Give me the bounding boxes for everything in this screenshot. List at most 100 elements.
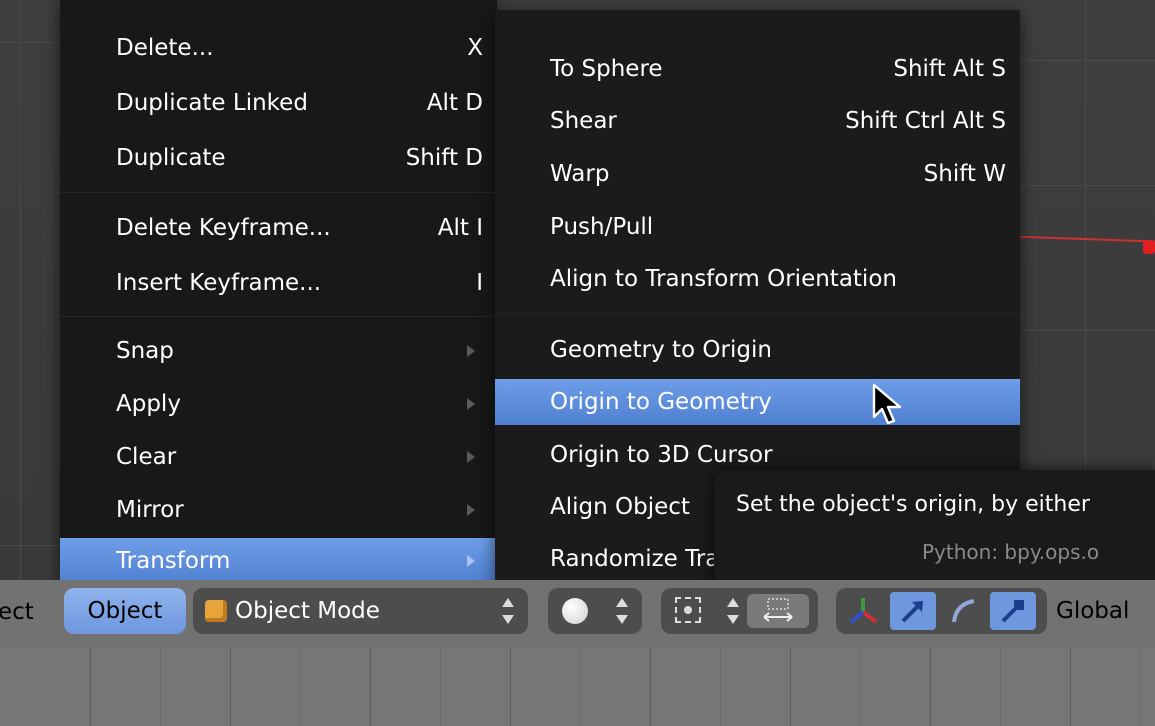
menu-item-label: Mirror xyxy=(116,497,184,523)
menu-item-shortcut: Shift D xyxy=(405,145,483,171)
timeline-grid-line xyxy=(650,648,651,726)
menu-item-snap[interactable]: Snap xyxy=(60,328,497,374)
updown-arrows-icon xyxy=(502,598,514,624)
menu-item-label: Transform xyxy=(116,548,231,574)
viewport-header: ect Object Object Mode Global xyxy=(0,580,1155,648)
timeline-grid-line xyxy=(930,648,931,726)
transform-manipulators xyxy=(836,588,1047,634)
menu-item-clear[interactable]: Clear xyxy=(60,434,497,480)
timeline-grid-line xyxy=(860,648,861,726)
updown-arrows-icon xyxy=(616,598,628,624)
menu-item-label: Warp xyxy=(550,161,610,187)
menu-item-delete[interactable]: Delete... X xyxy=(60,25,497,71)
scale-handle-icon xyxy=(1001,600,1024,623)
axis-gizmo-icon xyxy=(849,598,878,624)
menu-item-transform[interactable]: Transform xyxy=(60,538,497,584)
mouse-cursor-icon xyxy=(872,383,902,425)
grid-line xyxy=(1020,330,1155,331)
menu-item-label: Duplicate Linked xyxy=(116,90,308,116)
menu-separator xyxy=(60,316,497,317)
timeline-grid-line xyxy=(370,648,371,726)
menu-item-shortcut: Shift Alt S xyxy=(893,56,1006,82)
menu-item-label: Insert Keyframe... xyxy=(116,270,322,296)
grid-line xyxy=(1020,60,1155,61)
tooltip-description: Set the object's origin, by either xyxy=(736,492,1090,517)
timeline-grid-line xyxy=(440,648,441,726)
pivot-point-selector[interactable] xyxy=(661,588,818,634)
scale-manipulator-button[interactable] xyxy=(990,592,1036,630)
menu-item-to-sphere[interactable]: To Sphere Shift Alt S xyxy=(495,46,1020,92)
updown-arrows-icon xyxy=(727,598,739,624)
menu-item-shortcut: I xyxy=(476,270,483,296)
menu-item-shortcut: Alt D xyxy=(426,90,483,116)
menu-item-warp[interactable]: Warp Shift W xyxy=(495,151,1020,197)
timeline-grid-line xyxy=(510,648,511,726)
timeline-grid-line xyxy=(1000,648,1001,726)
menu-item-label: Align to Transform Orientation xyxy=(550,266,897,292)
menu-item-label: Duplicate xyxy=(116,145,226,171)
menu-item-apply[interactable]: Apply xyxy=(60,381,497,427)
manipulator-widget-toggle[interactable] xyxy=(840,592,886,630)
menu-item-label: Origin to 3D Cursor xyxy=(550,442,773,468)
tooltip-python: Python: bpy.ops.o xyxy=(922,540,1100,564)
menu-item-mirror[interactable]: Mirror xyxy=(60,487,497,533)
manipulator-toggle[interactable] xyxy=(747,594,809,628)
mode-selector[interactable]: Object Mode xyxy=(193,588,528,634)
menu-item-duplicate[interactable]: Duplicate Shift D xyxy=(60,135,497,181)
menu-item-label: Origin to Geometry xyxy=(550,389,772,415)
grid-line xyxy=(0,545,60,546)
grid-line xyxy=(1085,0,1086,470)
menu-item-label: Shear xyxy=(550,108,617,134)
menu-item-shear[interactable]: Shear Shift Ctrl Alt S xyxy=(495,98,1020,144)
cube-icon xyxy=(205,600,227,622)
timeline-grid-line xyxy=(1140,648,1141,726)
viewport-shading-selector[interactable] xyxy=(548,588,642,634)
menu-item-label: Delete Keyframe... xyxy=(116,215,331,241)
header-partial-menu[interactable]: ect xyxy=(0,599,34,625)
menu-item-label: Delete... xyxy=(116,35,214,61)
menu-separator xyxy=(495,313,1020,314)
translate-manipulator-button[interactable] xyxy=(890,592,936,630)
submenu-arrow-icon xyxy=(467,398,475,410)
submenu-arrow-icon xyxy=(467,555,475,567)
manipulate-center-icon xyxy=(763,598,793,622)
menu-item-shortcut: Alt I xyxy=(437,215,483,241)
timeline-grid-line xyxy=(230,648,231,726)
timeline-area[interactable] xyxy=(0,648,1155,726)
timeline-grid-line xyxy=(790,648,791,726)
pivot-point-icon xyxy=(675,597,701,623)
object-menu-button[interactable]: Object xyxy=(64,588,186,634)
timeline-grid-line xyxy=(720,648,721,726)
arc-icon xyxy=(952,599,975,623)
rotate-manipulator-button[interactable] xyxy=(940,592,986,630)
menu-item-geometry-to-origin[interactable]: Geometry to Origin xyxy=(495,327,1020,373)
menu-item-shortcut: Shift Ctrl Alt S xyxy=(845,108,1006,134)
menu-item-label: Push/Pull xyxy=(550,214,654,240)
object-menu-label: Object xyxy=(87,598,163,624)
orientation-label: Global xyxy=(1056,598,1130,624)
arrow-icon xyxy=(901,601,923,623)
menu-item-label: To Sphere xyxy=(550,56,663,82)
x-axis-line xyxy=(1010,235,1155,243)
menu-separator xyxy=(60,192,497,193)
menu-item-insert-keyframe[interactable]: Insert Keyframe... I xyxy=(60,260,497,306)
grid-line xyxy=(0,42,60,43)
menu-item-delete-keyframe[interactable]: Delete Keyframe... Alt I xyxy=(60,205,497,251)
menu-item-push-pull[interactable]: Push/Pull xyxy=(495,204,1020,250)
timeline-grid-line xyxy=(90,648,91,726)
menu-item-shortcut: X xyxy=(467,35,483,61)
submenu-arrow-icon xyxy=(467,451,475,463)
grid-line xyxy=(1020,185,1155,186)
timeline-grid-line xyxy=(580,648,581,726)
timeline-grid-line xyxy=(1070,648,1071,726)
menu-item-label: Geometry to Origin xyxy=(550,337,772,363)
menu-item-origin-to-geometry[interactable]: Origin to Geometry xyxy=(495,379,1020,425)
menu-item-label: Apply xyxy=(116,391,181,417)
grid-line xyxy=(20,0,21,580)
menu-item-label: Clear xyxy=(116,444,177,470)
menu-item-duplicate-linked[interactable]: Duplicate Linked Alt D xyxy=(60,80,497,126)
object-origin-dot xyxy=(1143,240,1155,254)
transform-orientation-selector[interactable]: Global xyxy=(1048,588,1155,634)
mode-label: Object Mode xyxy=(235,598,380,624)
menu-item-align-to-transform-orientation[interactable]: Align to Transform Orientation xyxy=(495,256,1020,302)
